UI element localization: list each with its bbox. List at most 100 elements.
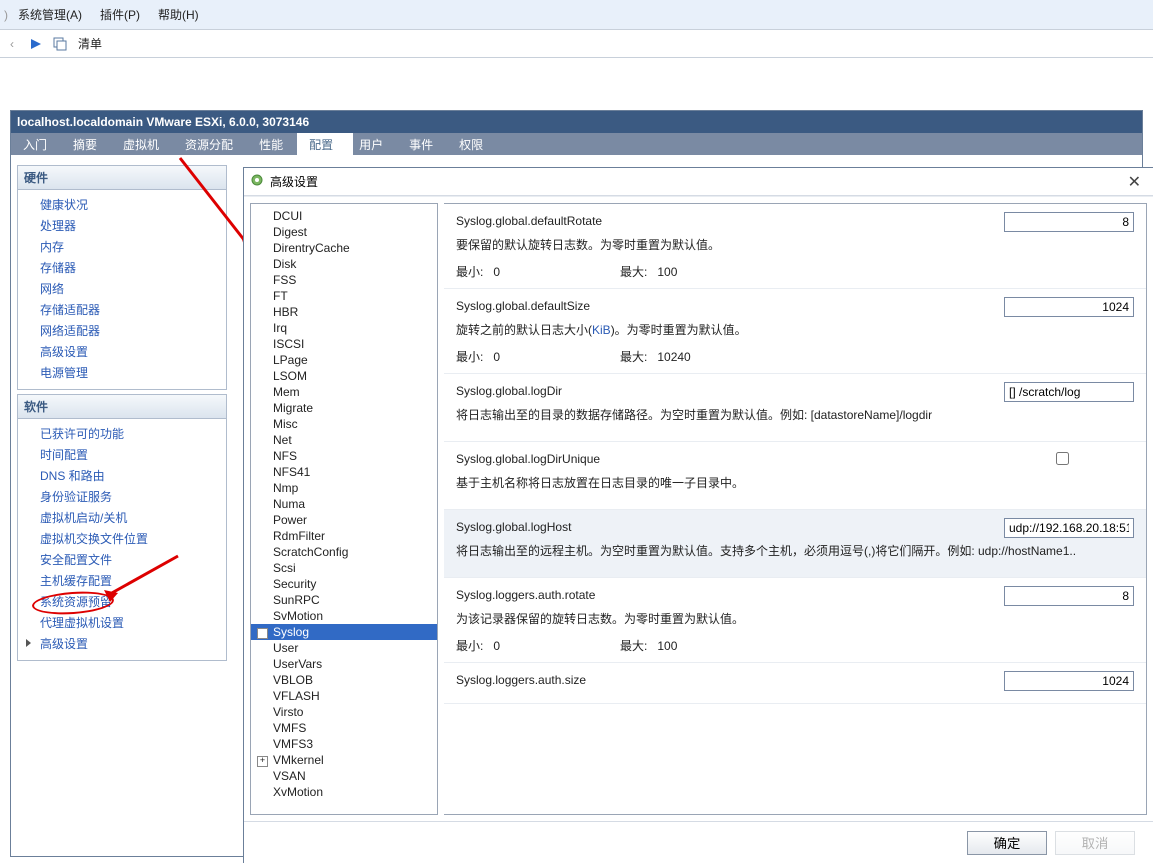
setting-range: 最小: 0最大: 100 bbox=[456, 263, 1134, 280]
tree-item-uservars[interactable]: UserVars bbox=[251, 656, 437, 672]
tree-item-vblob[interactable]: VBLOB bbox=[251, 672, 437, 688]
setting-input[interactable] bbox=[1004, 382, 1134, 402]
setting-input[interactable] bbox=[1004, 297, 1134, 317]
menu-system[interactable]: 系统管理(A) bbox=[18, 6, 82, 23]
toolbar-label[interactable]: 清单 bbox=[78, 35, 102, 52]
setting-input[interactable] bbox=[1004, 212, 1134, 232]
hw-processors[interactable]: 处理器 bbox=[18, 215, 226, 236]
sw-dns[interactable]: DNS 和路由 bbox=[18, 465, 226, 486]
hw-list: 健康状况 处理器 内存 存储器 网络 存储适配器 网络适配器 高级设置 电源管理 bbox=[17, 190, 227, 390]
tree-item-nfs41[interactable]: NFS41 bbox=[251, 464, 437, 480]
setting-range: 最小: 0最大: 100 bbox=[456, 637, 1134, 654]
sw-advanced[interactable]: 高级设置 bbox=[18, 633, 226, 654]
sw-proxy-vm[interactable]: 代理虚拟机设置 bbox=[18, 612, 226, 633]
sw-host-cache[interactable]: 主机缓存配置 bbox=[18, 570, 226, 591]
home-icon[interactable] bbox=[52, 36, 68, 52]
tree-item-vmfs[interactable]: VMFS bbox=[251, 720, 437, 736]
tree-item-scsi[interactable]: Scsi bbox=[251, 560, 437, 576]
setting-desc: 旋转之前的默认日志大小(KiB)。为零时重置为默认值。 bbox=[456, 321, 1134, 338]
tree-item-power[interactable]: Power bbox=[251, 512, 437, 528]
setting-row: Syslog.loggers.auth.rotate为该记录器保留的旋转日志数。… bbox=[444, 578, 1146, 663]
tab-performance[interactable]: 性能 bbox=[247, 133, 303, 155]
tab-getting-started[interactable]: 入门 bbox=[11, 133, 67, 155]
tree-item-disk[interactable]: Disk bbox=[251, 256, 437, 272]
tab-configuration[interactable]: 配置 bbox=[297, 133, 353, 155]
forward-icon[interactable] bbox=[28, 36, 44, 52]
menu-plugins[interactable]: 插件(P) bbox=[100, 6, 140, 23]
setting-checkbox[interactable] bbox=[1056, 452, 1069, 465]
tree-item-dcui[interactable]: DCUI bbox=[251, 208, 437, 224]
setting-row: Syslog.global.logDirUnique 基于主机名称将日志放置在日志… bbox=[444, 442, 1146, 510]
tree-item-scratchconfig[interactable]: ScratchConfig bbox=[251, 544, 437, 560]
hw-storage-adapters[interactable]: 存储适配器 bbox=[18, 299, 226, 320]
hw-network-adapters[interactable]: 网络适配器 bbox=[18, 320, 226, 341]
tree-item-vsan[interactable]: VSAN bbox=[251, 768, 437, 784]
menu-help[interactable]: 帮助(H) bbox=[158, 6, 199, 23]
tree-item-direntrycache[interactable]: DirentryCache bbox=[251, 240, 437, 256]
tree-item-svmotion[interactable]: SvMotion bbox=[251, 608, 437, 624]
tree-item-xvmotion[interactable]: XvMotion bbox=[251, 784, 437, 800]
setting-row: Syslog.global.logHost将日志输出至的远程主机。为空时重置为默… bbox=[444, 510, 1146, 578]
tab-resource[interactable]: 资源分配 bbox=[173, 133, 253, 155]
setting-key: Syslog.global.logDirUnique bbox=[456, 452, 1134, 466]
hw-memory[interactable]: 内存 bbox=[18, 236, 226, 257]
sw-licensed[interactable]: 已获许可的功能 bbox=[18, 423, 226, 444]
tree-item-sunrpc[interactable]: SunRPC bbox=[251, 592, 437, 608]
tree-item-misc[interactable]: Misc bbox=[251, 416, 437, 432]
setting-input[interactable] bbox=[1004, 518, 1134, 538]
tree-item-nfs[interactable]: NFS bbox=[251, 448, 437, 464]
tree-item-lpage[interactable]: LPage bbox=[251, 352, 437, 368]
tree-item-rdmfilter[interactable]: RdmFilter bbox=[251, 528, 437, 544]
tree-item-migrate[interactable]: Migrate bbox=[251, 400, 437, 416]
close-icon[interactable]: ✕ bbox=[1124, 172, 1145, 192]
hw-network[interactable]: 网络 bbox=[18, 278, 226, 299]
tree-item-syslog[interactable]: Syslog bbox=[251, 624, 437, 640]
tree-item-digest[interactable]: Digest bbox=[251, 224, 437, 240]
sw-vm-startup[interactable]: 虚拟机启动/关机 bbox=[18, 507, 226, 528]
settings-tree[interactable]: DCUIDigestDirentryCacheDiskFSSFTHBRIrqIS… bbox=[250, 203, 438, 815]
setting-input[interactable] bbox=[1004, 671, 1134, 691]
tree-item-hbr[interactable]: HBR bbox=[251, 304, 437, 320]
hw-advanced[interactable]: 高级设置 bbox=[18, 341, 226, 362]
tree-item-irq[interactable]: Irq bbox=[251, 320, 437, 336]
tree-item-vmkernel[interactable]: VMkernel bbox=[251, 752, 437, 768]
dialog-footer: 确定 取消 bbox=[244, 821, 1153, 863]
hw-storage[interactable]: 存储器 bbox=[18, 257, 226, 278]
tab-permissions[interactable]: 权限 bbox=[447, 133, 503, 155]
sw-security-profile[interactable]: 安全配置文件 bbox=[18, 549, 226, 570]
ok-button[interactable]: 确定 bbox=[967, 831, 1047, 855]
tree-item-net[interactable]: Net bbox=[251, 432, 437, 448]
tree-item-lsom[interactable]: LSOM bbox=[251, 368, 437, 384]
tab-summary[interactable]: 摘要 bbox=[61, 133, 117, 155]
tree-item-nmp[interactable]: Nmp bbox=[251, 480, 437, 496]
back-icon[interactable]: ‹ bbox=[4, 36, 20, 52]
hw-health[interactable]: 健康状况 bbox=[18, 194, 226, 215]
setting-input[interactable] bbox=[1004, 586, 1134, 606]
hw-header: 硬件 bbox=[17, 165, 227, 190]
window-title: localhost.localdomain VMware ESXi, 6.0.0… bbox=[11, 111, 1142, 133]
tree-item-user[interactable]: User bbox=[251, 640, 437, 656]
sw-time[interactable]: 时间配置 bbox=[18, 444, 226, 465]
settings-list[interactable]: Syslog.global.defaultRotate要保留的默认旋转日志数。为… bbox=[444, 203, 1147, 815]
tree-item-security[interactable]: Security bbox=[251, 576, 437, 592]
tree-item-numa[interactable]: Numa bbox=[251, 496, 437, 512]
tab-vms[interactable]: 虚拟机 bbox=[111, 133, 179, 155]
tree-item-virsto[interactable]: Virsto bbox=[251, 704, 437, 720]
tab-users[interactable]: 用户 bbox=[347, 133, 403, 155]
tree-item-vflash[interactable]: VFLASH bbox=[251, 688, 437, 704]
sw-list: 已获许可的功能 时间配置 DNS 和路由 身份验证服务 虚拟机启动/关机 虚拟机… bbox=[17, 419, 227, 661]
sw-vm-swap[interactable]: 虚拟机交换文件位置 bbox=[18, 528, 226, 549]
gear-icon bbox=[250, 173, 264, 190]
sw-sys-res[interactable]: 系统资源预留 bbox=[18, 591, 226, 612]
tree-item-ft[interactable]: FT bbox=[251, 288, 437, 304]
tree-item-fss[interactable]: FSS bbox=[251, 272, 437, 288]
tree-item-mem[interactable]: Mem bbox=[251, 384, 437, 400]
menubar-leading: ) bbox=[4, 8, 8, 22]
sw-auth[interactable]: 身份验证服务 bbox=[18, 486, 226, 507]
tab-events[interactable]: 事件 bbox=[397, 133, 453, 155]
cancel-button[interactable]: 取消 bbox=[1055, 831, 1135, 855]
tree-item-vmfs3[interactable]: VMFS3 bbox=[251, 736, 437, 752]
hw-power[interactable]: 电源管理 bbox=[18, 362, 226, 383]
tree-item-iscsi[interactable]: ISCSI bbox=[251, 336, 437, 352]
setting-desc: 基于主机名称将日志放置在日志目录的唯一子目录中。 bbox=[456, 474, 1134, 491]
